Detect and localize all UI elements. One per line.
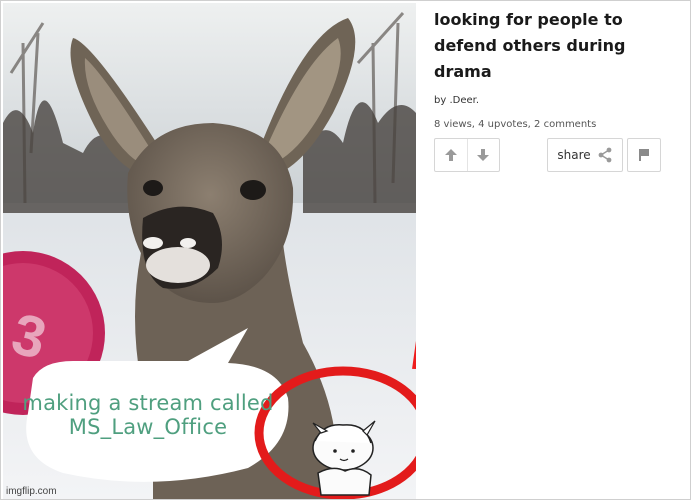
author-link[interactable]: .Deer.	[449, 95, 479, 106]
downvote-button[interactable]	[466, 139, 500, 171]
vote-group	[434, 138, 500, 172]
arrow-down-icon	[477, 149, 490, 161]
arrow-up-icon	[444, 149, 457, 161]
post-info-panel: looking for people to defend others duri…	[434, 7, 684, 130]
byline-prefix: by	[434, 95, 450, 106]
post-frame: 3 making a stream called MS_Law_Office i…	[0, 0, 691, 500]
post-byline: by .Deer.	[434, 95, 684, 106]
flag-icon	[639, 149, 649, 161]
post-actions: share	[434, 138, 664, 172]
share-nodes-icon	[598, 147, 612, 163]
share-button[interactable]: share	[547, 138, 623, 172]
flag-button[interactable]	[627, 138, 661, 172]
post-stats: 8 views, 4 upvotes, 2 comments	[434, 119, 597, 130]
imgflip-watermark: imgflip.com	[6, 486, 57, 497]
share-label: share	[557, 148, 591, 162]
meme-image: 3 making a stream called MS_Law_Office i…	[3, 3, 416, 499]
post-title: looking for people to defend others duri…	[434, 10, 626, 81]
meme-caption: making a stream called MS_Law_Office	[22, 391, 274, 439]
upvote-button[interactable]	[435, 139, 467, 171]
